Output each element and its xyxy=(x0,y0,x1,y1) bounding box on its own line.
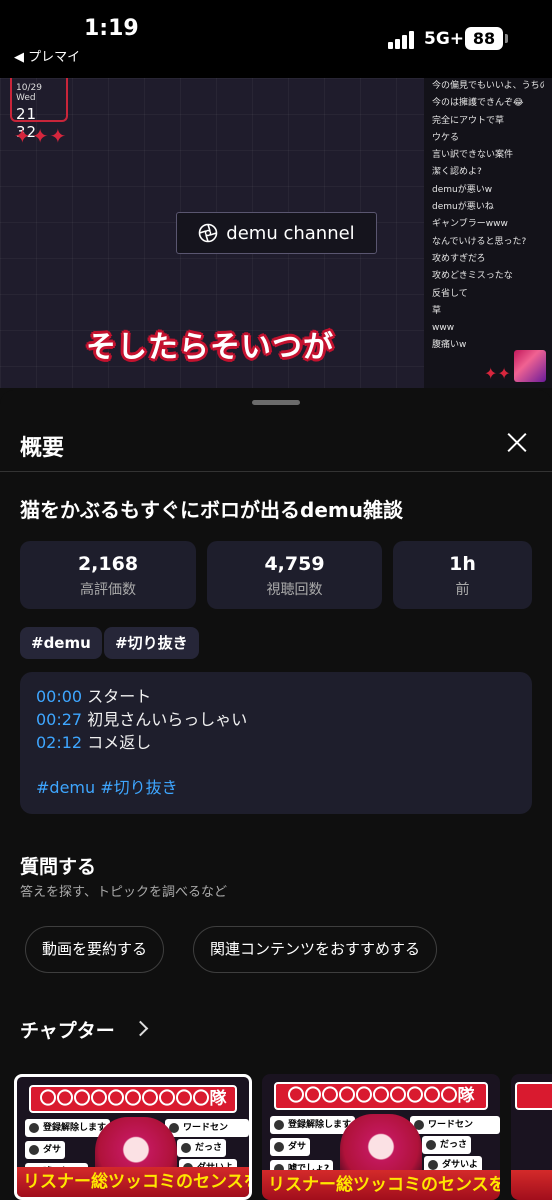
chapter-line: 02:12 コメ返し xyxy=(36,731,516,754)
drag-handle[interactable] xyxy=(252,400,300,405)
thumbnail-comment: 登録解除します xyxy=(25,1119,111,1137)
stream-date: 10/29 Wed xyxy=(16,83,42,103)
thumbnail-comment: ワードセンス…… xyxy=(410,1116,500,1148)
summarize-video-button[interactable]: 動画を要約する xyxy=(25,926,165,973)
status-time: 1:19 xyxy=(84,16,139,41)
streamer-avatar xyxy=(514,350,546,382)
hashtag-chip[interactable]: #demu xyxy=(20,627,102,659)
thumbnail-caption-bar xyxy=(511,1170,552,1200)
thumbnail-comment: ダサ xyxy=(25,1141,66,1159)
sparkle-icon: ✦✦✦ xyxy=(14,124,68,148)
upload-age-label: 前 xyxy=(455,582,470,598)
upload-age-value: 1h xyxy=(449,553,476,575)
chapter-line: 00:00 スタート xyxy=(36,685,516,708)
chat-message: 今のは擁護できんぞ😂 xyxy=(432,98,524,109)
channel-logo-text: demu channel xyxy=(226,222,355,244)
chat-message: www xyxy=(432,323,455,334)
thumbnail-caption: リスナー総ツッコミのセンスを披露 xyxy=(262,1170,500,1200)
close-icon[interactable] xyxy=(500,426,534,460)
hashtag-chip[interactable]: #切り抜き xyxy=(104,627,199,659)
thumbnail-banner: 〇〇〇〇〇〇〇〇〇〇隊 xyxy=(274,1082,488,1110)
ask-section-subtitle: 答えを探す、トピックを調べるなど xyxy=(20,885,227,900)
timestamp-link[interactable]: 02:12 xyxy=(36,733,82,752)
battery-icon: 88 xyxy=(465,27,503,50)
thumbnail-caption: リスナー総ツッコミのセンスを披露 xyxy=(17,1167,249,1197)
views-label: 視聴回数 xyxy=(266,582,323,598)
sheet-title: 概要 xyxy=(20,436,65,461)
sparkle-icon: ✦✦ xyxy=(484,364,511,383)
thumbnail-banner xyxy=(515,1082,552,1110)
timestamp-link[interactable]: 00:00 xyxy=(36,687,82,706)
chapter-line: 00:27 初見さんいらっしゃい xyxy=(36,708,516,731)
chat-message: 攻めすぎだろ xyxy=(432,253,486,264)
chapter-thumbnail[interactable]: 〇〇〇〇〇〇〇〇〇〇隊 登録解除します ワードセンス…… ダサ だっさ 嘘でしょ… xyxy=(262,1074,500,1200)
chat-message: ウケる xyxy=(432,132,460,143)
chapter-text: 初見さんいらっしゃい xyxy=(87,710,248,729)
likes-count: 2,168 xyxy=(77,553,139,575)
chapter-thumbnail[interactable]: 〇〇〇〇〇〇〇〇〇〇隊 登録解除します ワードセンス…… ダサ だっさ 嘘でしょ… xyxy=(14,1074,252,1200)
battery-tip xyxy=(505,34,508,43)
description-box: 00:00 スタート 00:27 初見さんいらっしゃい 02:12 コメ返し #… xyxy=(20,672,532,814)
thumbnail-comment: だっさ xyxy=(177,1139,227,1157)
chapter-thumbnail[interactable] xyxy=(511,1074,552,1200)
timestamp-link[interactable]: 00:27 xyxy=(36,710,82,729)
upload-age-stat: 1h 前 xyxy=(393,541,532,609)
ask-section-title: 質問する xyxy=(20,856,97,878)
likes-label: 高評価数 xyxy=(80,582,136,598)
video-subtitle: そしたらそいつが xyxy=(86,330,334,365)
video-player[interactable]: 10/29 Wed 21 32 ✦✦✦ demu channel そしたらそいつ… xyxy=(0,78,552,388)
chat-message: 反省して xyxy=(432,288,468,299)
chapter-text: コメ返し xyxy=(87,733,152,752)
thumbnail-comment: ダサ xyxy=(270,1138,311,1156)
thumbnail-comment: だっさ xyxy=(422,1136,472,1154)
views-count: 4,759 xyxy=(264,553,325,575)
aperture-icon xyxy=(198,223,218,243)
chat-message: ギャンブラーwww xyxy=(432,219,508,230)
likes-stat: 2,168 高評価数 xyxy=(20,541,196,609)
chevron-right-icon[interactable] xyxy=(132,1020,149,1037)
network-type: 5G+ xyxy=(424,29,465,49)
thumbnail-banner: 〇〇〇〇〇〇〇〇〇〇隊 xyxy=(29,1085,237,1113)
signal-icon xyxy=(388,29,418,49)
thumbnail-comment: ワードセンス…… xyxy=(165,1119,249,1151)
live-chat-overlay: 今の偏見でもいいよ、うちの 今のは擁護できんぞ😂 完全にアウトで草 ウケる 言い… xyxy=(424,78,552,388)
thumbnail-comment: 登録解除します xyxy=(270,1116,356,1134)
chapter-text: スタート xyxy=(87,687,152,706)
chapters-title[interactable]: チャプター xyxy=(20,1016,115,1043)
chat-message: 今の偏見でもいいよ、うちの xyxy=(432,81,544,91)
description-sheet: 概要 猫をかぶるもすぐにボロが出るdemu雑談 2,168 高評価数 4,759… xyxy=(0,390,552,1200)
chat-message: 完全にアウトで草 xyxy=(432,115,505,126)
recommend-content-button[interactable]: 関連コンテンツをおすすめする xyxy=(193,926,438,973)
views-stat: 4,759 視聴回数 xyxy=(207,541,382,609)
chat-message: なんでいけると思った? xyxy=(432,236,527,247)
divider xyxy=(0,471,552,472)
chat-message: 攻めどきミスったな xyxy=(432,271,513,282)
status-bar: 1:19 ◀ プレマイ 5G+ 88 xyxy=(0,0,552,78)
chat-message: 潔く認めよ? xyxy=(432,167,482,178)
stream-date-box: 10/29 Wed 21 32 xyxy=(10,78,68,141)
chat-message: demuが悪いね xyxy=(432,202,494,213)
chat-message: 草 xyxy=(432,305,442,316)
back-to-app-link[interactable]: ◀ プレマイ xyxy=(14,46,80,65)
channel-logo: demu channel xyxy=(176,212,377,254)
description-hashtags[interactable]: #demu #切り抜き xyxy=(36,776,516,799)
chat-message: demuが悪いw xyxy=(432,184,493,195)
chat-message: 言い訳できない案件 xyxy=(432,150,514,161)
video-title: 猫をかぶるもすぐにボロが出るdemu雑談 xyxy=(20,498,403,522)
